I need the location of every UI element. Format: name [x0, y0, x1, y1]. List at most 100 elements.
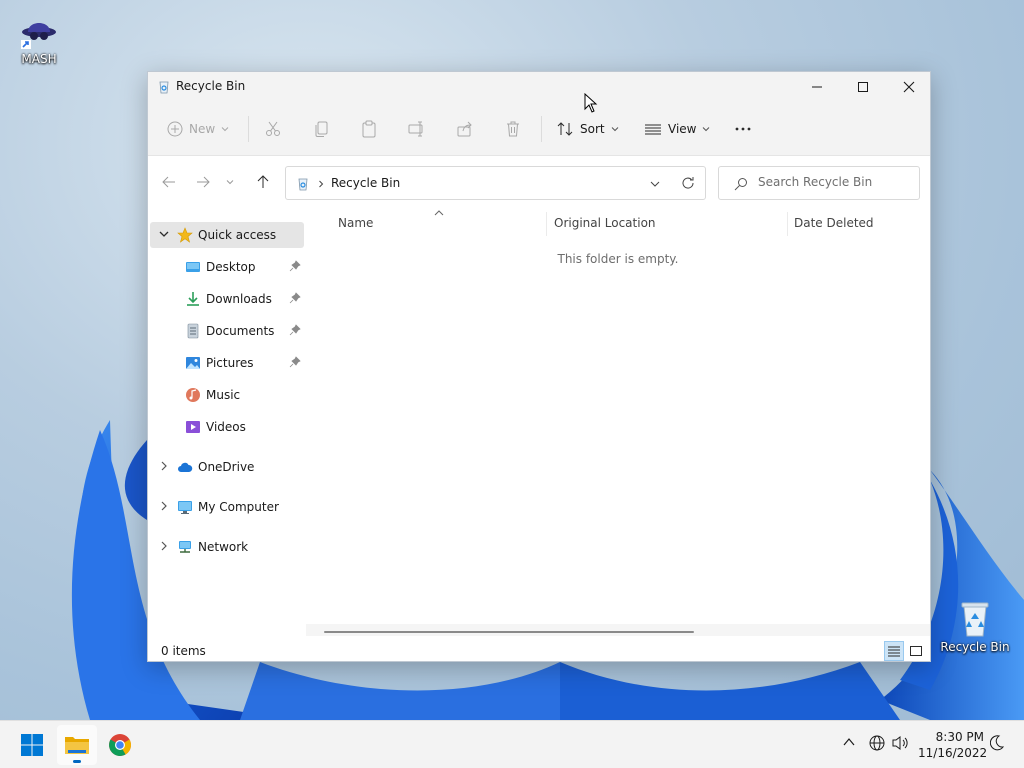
title-bar[interactable]: Recycle Bin	[148, 72, 930, 102]
file-list: Name Original Location Date Deleted This…	[306, 208, 930, 636]
trash-icon	[507, 121, 519, 137]
mash-app-icon	[21, 23, 56, 49]
copy-icon	[315, 121, 328, 137]
desktop-shortcut-mash[interactable]: MASH	[4, 14, 74, 66]
nav-label: Videos	[206, 420, 246, 434]
sort-ascending-icon	[434, 210, 444, 216]
chevron-right-icon	[319, 180, 324, 188]
desktop-icon	[186, 262, 200, 272]
network-icon	[179, 541, 191, 553]
paste-icon	[362, 120, 376, 138]
more-options-button[interactable]	[734, 116, 752, 142]
search-input[interactable]	[758, 175, 913, 189]
horizontal-scrollbar[interactable]	[306, 624, 930, 636]
window-title: Recycle Bin	[176, 79, 246, 93]
toolbar-divider	[541, 116, 542, 142]
chevron-down-icon[interactable]	[158, 228, 170, 240]
nav-item-pictures[interactable]: Pictures	[150, 350, 304, 376]
maximize-button[interactable]	[840, 72, 886, 102]
nav-label: My Computer	[198, 500, 279, 514]
address-bar[interactable]: Recycle Bin	[285, 166, 706, 200]
column-divider[interactable]	[546, 212, 547, 236]
column-header-name[interactable]: Name	[338, 216, 373, 230]
clock-date: 11/16/2022	[918, 746, 988, 760]
pin-icon[interactable]	[289, 292, 301, 304]
nav-item-music[interactable]: Music	[150, 382, 304, 408]
nav-label: Music	[206, 388, 241, 402]
star-icon	[177, 227, 193, 243]
clock[interactable]: 8:30 PM 11/16/2022	[918, 729, 988, 761]
nav-label: Quick access	[198, 228, 277, 242]
chevron-down-icon	[221, 127, 229, 132]
up-button[interactable]	[252, 171, 274, 193]
sort-label: Sort	[580, 122, 605, 136]
chevron-right-icon[interactable]	[158, 540, 170, 552]
chevron-down-icon[interactable]	[650, 179, 660, 189]
chrome-icon	[109, 734, 131, 756]
share-button[interactable]	[456, 116, 474, 142]
minimize-button[interactable]	[794, 72, 840, 102]
scrollbar-thumb[interactable]	[324, 631, 694, 633]
nav-item-documents[interactable]: Documents	[150, 318, 304, 344]
share-icon	[457, 121, 472, 137]
details-view-button[interactable]	[884, 641, 904, 661]
toolbar-divider	[248, 116, 249, 142]
nav-label: Documents	[206, 324, 275, 338]
large-icons-view-button[interactable]	[906, 641, 926, 661]
globe-icon[interactable]	[869, 735, 885, 751]
pin-icon[interactable]	[289, 324, 301, 336]
copy-button[interactable]	[313, 116, 331, 142]
notification-moon-icon[interactable]	[990, 735, 1004, 751]
search-box[interactable]	[718, 166, 920, 200]
chevron-down-icon	[611, 127, 618, 132]
back-button[interactable]	[158, 171, 180, 193]
breadcrumb[interactable]: Recycle Bin	[331, 176, 400, 190]
speaker-icon[interactable]	[892, 735, 910, 751]
nav-item-network[interactable]: Network	[150, 534, 304, 560]
desktop-recycle-bin[interactable]: Recycle Bin	[940, 598, 1010, 654]
nav-item-videos[interactable]: Videos	[150, 414, 304, 440]
videos-icon	[186, 421, 200, 433]
nav-item-desktop[interactable]: Desktop	[150, 254, 304, 280]
chevron-up-icon[interactable]	[842, 735, 856, 749]
recent-locations-button[interactable]	[224, 171, 236, 193]
search-icon	[734, 178, 747, 191]
view-button[interactable]: View	[644, 116, 710, 142]
nav-quick-access[interactable]: Quick access	[150, 222, 304, 248]
nav-item-downloads[interactable]: Downloads	[150, 286, 304, 312]
desktop-icon-label: Recycle Bin	[940, 640, 1010, 654]
close-button[interactable]	[886, 72, 932, 102]
chevron-right-icon[interactable]	[158, 500, 170, 512]
mouse-cursor-icon	[584, 93, 598, 113]
pin-icon[interactable]	[289, 356, 301, 368]
nav-label: OneDrive	[198, 460, 255, 474]
cut-button[interactable]	[264, 116, 282, 142]
column-header-original-location[interactable]: Original Location	[554, 216, 656, 230]
item-count: 0 items	[161, 644, 206, 658]
computer-icon	[178, 501, 192, 514]
nav-item-onedrive[interactable]: OneDrive	[150, 454, 304, 480]
chevron-down-icon	[703, 127, 710, 132]
recycle-bin-icon	[961, 602, 989, 637]
sort-icon	[557, 122, 573, 136]
column-header-date-deleted[interactable]: Date Deleted	[794, 216, 874, 230]
rename-icon	[408, 121, 423, 137]
delete-button[interactable]	[504, 116, 522, 142]
rename-button[interactable]	[408, 116, 426, 142]
start-button[interactable]	[12, 725, 52, 765]
taskbar-file-explorer[interactable]	[57, 725, 97, 765]
column-divider[interactable]	[787, 212, 788, 236]
chevron-right-icon[interactable]	[158, 460, 170, 472]
refresh-icon[interactable]	[681, 176, 695, 190]
nav-item-my-computer[interactable]: My Computer	[150, 494, 304, 520]
minimize-icon	[812, 86, 822, 88]
navigation-pane: Quick access Desktop Downloads Documents…	[148, 208, 306, 623]
sort-button[interactable]: Sort	[556, 116, 619, 142]
status-bar: 0 items	[148, 640, 930, 662]
paste-button[interactable]	[360, 116, 378, 142]
forward-button[interactable]	[192, 171, 214, 193]
new-button[interactable]: New	[167, 116, 229, 142]
arrow-left-icon	[162, 176, 175, 188]
taskbar-chrome[interactable]	[100, 725, 140, 765]
pin-icon[interactable]	[289, 260, 301, 272]
